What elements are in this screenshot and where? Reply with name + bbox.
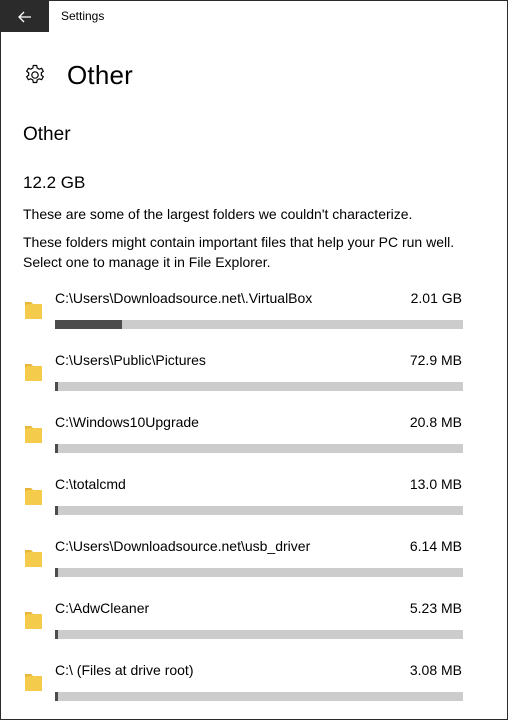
settings-window: Settings Other Other 12.2 GB These are s…: [0, 0, 508, 720]
folder-item[interactable]: C:\AdwCleaner 5.23 MB: [1, 597, 507, 659]
folder-size: 5.23 MB: [409, 600, 462, 616]
usage-bar-fill: [55, 320, 123, 329]
usage-bar: [55, 630, 463, 639]
folder-path: C:\ (Files at drive root): [55, 662, 194, 678]
folder-item[interactable]: C:\totalcmd 13.0 MB: [1, 473, 507, 535]
folder-item[interactable]: C:\Users\Downloadsource.net\.VirtualBox …: [1, 287, 507, 349]
folder-path: C:\Users\Public\Pictures: [55, 352, 206, 368]
usage-bar-fill: [55, 506, 58, 515]
page-header: Other: [23, 57, 133, 93]
folder-path: C:\Users\Downloadsource.net\usb_driver: [55, 538, 311, 554]
folder-size: 2.01 GB: [410, 290, 462, 306]
usage-bar-fill: [55, 382, 58, 391]
back-button[interactable]: [1, 1, 49, 32]
folder-item[interactable]: C:\Windows10Upgrade 20.8 MB: [1, 411, 507, 473]
folder-icon: [25, 302, 42, 319]
usage-bar: [55, 444, 463, 453]
folder-icon: [25, 364, 42, 381]
folder-icon: [25, 674, 42, 691]
page-title: Other: [67, 59, 134, 90]
folder-size: 3.08 MB: [409, 662, 462, 678]
usage-bar: [55, 692, 463, 701]
usage-bar: [55, 506, 463, 515]
folder-path: C:\totalcmd: [55, 476, 126, 492]
usage-bar-fill: [55, 568, 58, 577]
usage-bar: [55, 382, 463, 391]
folder-icon: [25, 488, 42, 505]
usage-bar-fill: [55, 444, 58, 453]
folder-path: C:\Windows10Upgrade: [55, 414, 199, 430]
description-text: These folders might contain important fi…: [23, 234, 455, 270]
usage-bar: [55, 320, 463, 329]
folder-size: 72.9 MB: [409, 352, 462, 368]
app-title: Settings: [61, 9, 105, 23]
folder-list: C:\Users\Downloadsource.net\.VirtualBox …: [1, 287, 507, 719]
folder-path: C:\AdwCleaner: [55, 600, 150, 616]
folder-size: 13.0 MB: [409, 476, 462, 492]
usage-bar-fill: [55, 692, 58, 701]
section-title: Other: [23, 124, 71, 145]
gear-icon: [25, 64, 45, 84]
total-size: 12.2 GB: [23, 173, 86, 192]
usage-bar-fill: [55, 630, 58, 639]
folder-item[interactable]: C:\Users\Public\Pictures 72.9 MB: [1, 349, 507, 411]
usage-bar: [55, 568, 463, 577]
folder-icon: [25, 612, 42, 629]
description-text: These are some of the largest folders we…: [23, 206, 413, 222]
folder-icon: [25, 550, 42, 567]
back-arrow-icon: [18, 11, 31, 22]
folder-icon: [25, 426, 42, 443]
folder-size: 20.8 MB: [409, 414, 462, 430]
folder-size: 6.14 MB: [409, 538, 462, 554]
folder-item[interactable]: C:\ (Files at drive root) 3.08 MB: [1, 659, 507, 719]
title-bar: Settings: [1, 1, 507, 32]
folder-path: C:\Users\Downloadsource.net\.VirtualBox: [55, 290, 313, 306]
folder-item[interactable]: C:\Users\Downloadsource.net\usb_driver 6…: [1, 535, 507, 597]
